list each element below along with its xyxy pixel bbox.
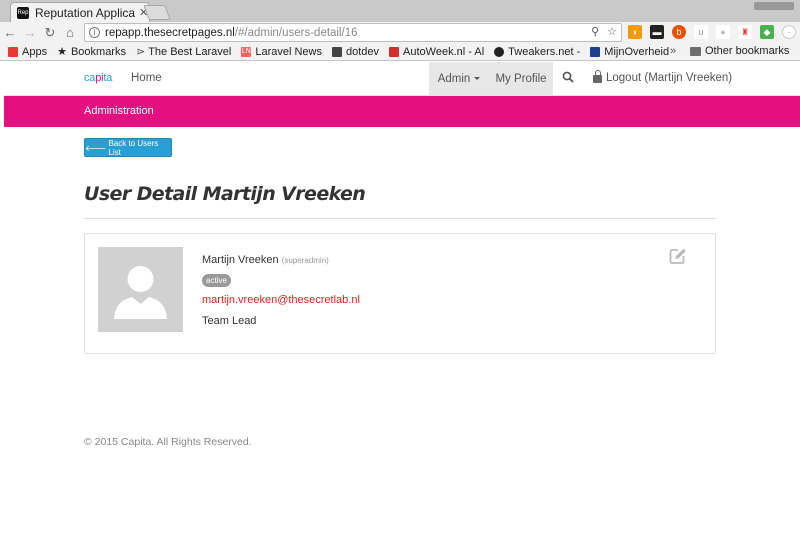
nav-logout[interactable]: Logout (Martijn Vreeken) <box>593 70 732 84</box>
bookmark-autoweek[interactable]: AutoWeek.nl - Al <box>389 46 484 58</box>
user-role: (superadmin) <box>281 256 329 265</box>
bookmark-laravel-news[interactable]: LN Laravel News <box>241 46 322 58</box>
autoweek-icon <box>389 46 400 57</box>
nav-home[interactable]: Home <box>131 72 162 84</box>
user-name: Martijn Vreeken <box>202 254 279 266</box>
page-title: User Detail Martijn Vreeken <box>84 183 366 205</box>
reload-icon[interactable]: ↻ <box>40 25 60 41</box>
browser-tab[interactable]: Rep Reputation Applica ✕ <box>10 2 150 22</box>
bookmarks-overflow-button[interactable]: » <box>670 45 676 57</box>
bookmark-star-icon[interactable]: ☆ <box>607 25 617 38</box>
orange-extension-icon[interactable]: b <box>672 25 686 39</box>
status-badge: active <box>202 274 231 287</box>
user-job-title: Team Lead <box>202 315 257 327</box>
tweakers-icon <box>494 46 505 57</box>
u-extension-icon[interactable]: u <box>694 25 708 39</box>
new-tab-button[interactable] <box>143 5 171 20</box>
browser-toolbar: ← → ↻ ⌂ i repapp.thesecretpages.nl/#/adm… <box>0 22 800 43</box>
back-to-users-button[interactable]: 🡐 Back to Users List <box>84 138 172 157</box>
user-email-link[interactable]: martijn.vreeken@thesecretlab.nl <box>202 294 360 306</box>
home-icon[interactable]: ⌂ <box>60 25 80 40</box>
user-name-line: Martijn Vreeken (superadmin) <box>202 254 329 266</box>
window-controls[interactable] <box>754 2 794 10</box>
tab-title: Reputation Applica <box>35 5 136 20</box>
title-divider <box>84 218 716 219</box>
caret-down-icon <box>474 77 481 80</box>
bookmark-laravel[interactable]: ⋗ The Best Laravel <box>135 45 231 59</box>
rss-extension-icon[interactable]: ◗ <box>628 25 642 39</box>
subnav-administration[interactable]: Administration <box>84 105 154 117</box>
nav-admin-dropdown[interactable]: Admin <box>429 62 489 95</box>
search-icon[interactable] <box>562 71 574 86</box>
bookmark-tweakers[interactable]: Tweakers.net - <box>494 46 580 58</box>
colorful-extension-icon[interactable]: ◆ <box>760 25 774 39</box>
bookmark-apps[interactable]: Apps <box>8 46 47 58</box>
star-icon: ★ <box>57 46 67 58</box>
url-host: repapp.thesecretpages.nl <box>105 26 235 39</box>
ln-icon: LN <box>241 46 252 57</box>
site-favicon-icon: Rep <box>17 6 29 19</box>
bookmark-mijnoverheid[interactable]: MijnOverheid <box>590 46 669 58</box>
footer-copyright: © 2015 Capita. All Rights Reserved. <box>84 436 252 448</box>
browser-tabstrip: Rep Reputation Applica ✕ <box>0 0 800 22</box>
admin-subnav: Administration <box>4 96 800 127</box>
address-bar[interactable]: i repapp.thesecretpages.nl/#/admin/users… <box>84 23 622 42</box>
mijnoverheid-icon <box>590 46 601 57</box>
laravel-icon: ⋗ <box>135 46 146 58</box>
site-info-icon[interactable]: i <box>89 27 100 38</box>
other-bookmarks[interactable]: Other bookmarks <box>690 45 789 57</box>
brand-logo[interactable]: capita <box>84 72 112 84</box>
filter-icon[interactable]: ⚲ <box>591 25 599 38</box>
bookmarks-bar: Apps ★ Bookmarks ⋗ The Best Laravel LN Lara… <box>0 43 800 61</box>
ghost-extension-icon[interactable]: ♜ <box>738 25 752 39</box>
forward-arrow-icon[interactable]: → <box>20 25 40 40</box>
lock-icon <box>593 70 602 83</box>
back-arrow-icon[interactable]: ← <box>0 25 20 40</box>
nav-my-profile[interactable]: My Profile <box>489 62 553 95</box>
avatar-placeholder-icon <box>98 247 183 332</box>
terminal-extension-icon[interactable]: ▬ <box>650 25 664 39</box>
bookmark-dotdev[interactable]: dotdev <box>332 46 379 58</box>
app-navbar: capita Home Admin My Profile Logout (Mar… <box>4 62 800 96</box>
folder-icon <box>690 46 701 56</box>
user-card: Martijn Vreeken (superadmin) active mart… <box>84 233 716 354</box>
arrow-left-icon: 🡐 <box>85 143 107 153</box>
apps-grid-icon <box>8 46 18 57</box>
shield-extension-icon[interactable]: ● <box>716 25 730 39</box>
dotdev-icon <box>332 46 342 57</box>
circle-extension-icon[interactable]: · <box>782 25 796 39</box>
url-path: /#/admin/users-detail/16 <box>234 26 358 39</box>
edit-icon[interactable] <box>669 248 687 268</box>
bookmark-bookmarks[interactable]: ★ Bookmarks <box>57 45 126 59</box>
extensions-bar: ◗ ▬ b u ● ♜ ◆ · ⋮ <box>628 25 800 39</box>
